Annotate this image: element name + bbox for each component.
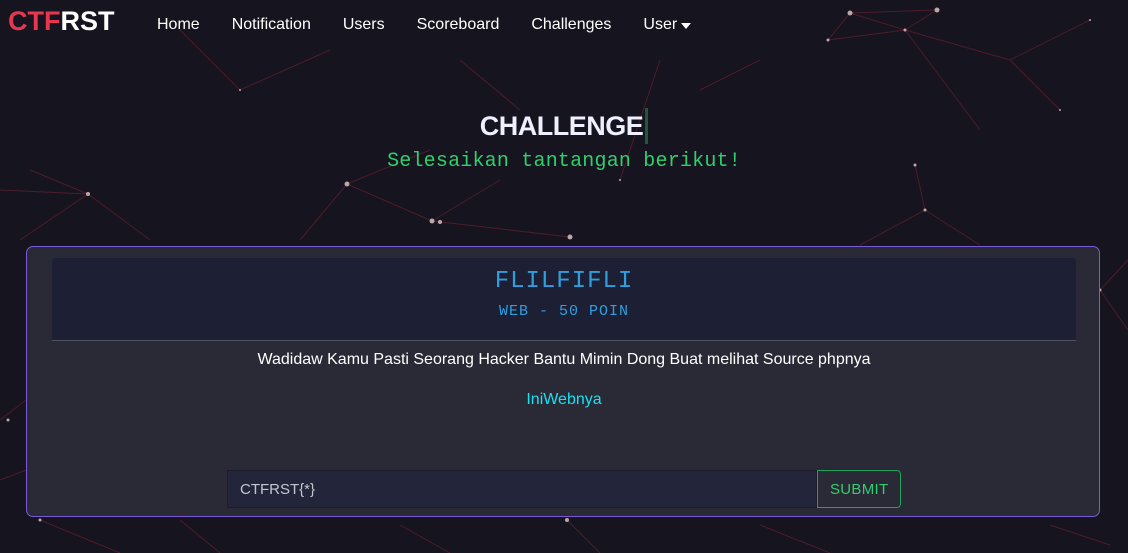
challenge-description: Wadidaw Kamu Pasti Seorang Hacker Bantu … [257,351,871,368]
nav-challenges[interactable]: Challenges [531,16,611,34]
nav-notification[interactable]: Notification [232,16,311,34]
nav-links: Home Notification Users Scoreboard Chall… [157,16,723,34]
nav-scoreboard[interactable]: Scoreboard [417,16,500,34]
challenge-link[interactable]: IniWebnya [526,391,601,408]
brand-logo[interactable]: CTFRST [8,6,114,37]
challenge-card: FLILFIFLI WEB - 50 POIN Wadidaw Kamu Pas… [26,246,1100,517]
nav-user-dropdown[interactable]: User [643,16,692,34]
nav-user-label: User [643,16,678,33]
flag-submit-form: SUBMIT [227,470,902,508]
page-header: CHALLENGE Selesaikan tantangan berikut! [0,108,1128,173]
brand-logo-part1: CTF [8,6,61,36]
challenge-category-points: WEB - 50 POIN [498,303,630,320]
submit-button[interactable]: SUBMIT [817,470,902,508]
navbar: CTFRST Home Notification Users Scoreboar… [0,0,1128,50]
challenge-link-wrapper: IniWebnya [27,391,1101,409]
flag-input[interactable] [227,470,817,508]
nav-users[interactable]: Users [343,16,385,34]
challenge-name: FLILFIFLI [494,268,634,295]
challenge-card-header: FLILFIFLI WEB - 50 POIN [52,258,1076,341]
brand-logo-part2: RST [60,6,115,36]
nav-home[interactable]: Home [157,16,200,34]
caret-down-icon [681,23,692,29]
page-title: CHALLENGE [480,108,649,144]
page-subtitle: Selesaikan tantangan berikut! [387,150,741,173]
